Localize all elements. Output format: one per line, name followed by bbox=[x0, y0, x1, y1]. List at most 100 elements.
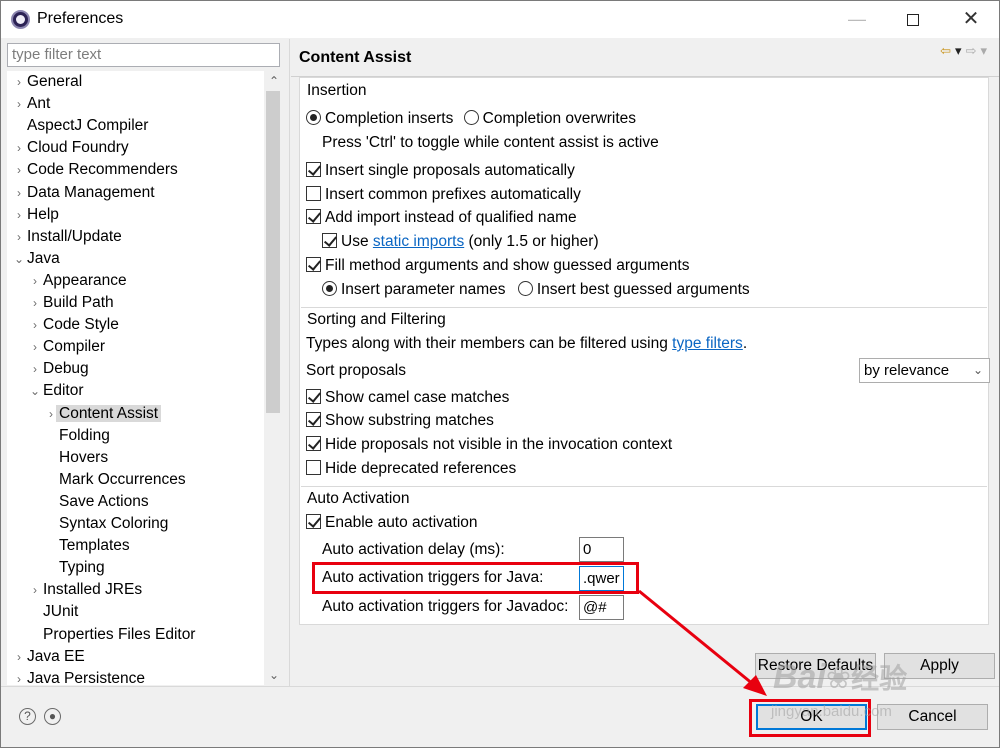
eclipse-logo-icon bbox=[11, 10, 30, 29]
tree-item-syntax-coloring[interactable]: Syntax Coloring bbox=[43, 513, 168, 535]
tree-item-properties-files-editor[interactable]: Properties Files Editor bbox=[27, 624, 195, 646]
minimize-button[interactable]: — bbox=[829, 1, 885, 38]
delay-input[interactable]: 0 bbox=[579, 537, 624, 562]
completion-mode-row: Completion inserts Completion overwrites bbox=[306, 109, 636, 129]
static-imports-link[interactable]: static imports bbox=[373, 233, 464, 250]
substring-checkbox[interactable]: Show substring matches bbox=[306, 411, 494, 431]
tree-item-cloud-foundry[interactable]: › Cloud Foundry bbox=[11, 137, 129, 159]
chevron-right-icon[interactable]: › bbox=[11, 226, 27, 248]
tree-item-aspectj-compiler[interactable]: AspectJ Compiler bbox=[11, 115, 148, 137]
chevron-right-icon[interactable]: › bbox=[27, 292, 43, 314]
tree-item-java-ee[interactable]: › Java EE bbox=[11, 646, 85, 668]
chevron-right-icon[interactable]: › bbox=[27, 314, 43, 336]
tree-item-mark-occurrences[interactable]: Mark Occurrences bbox=[43, 469, 186, 491]
tree-item-java[interactable]: ⌄ Java bbox=[11, 248, 60, 270]
chevron-down-icon[interactable]: ⌄ bbox=[11, 248, 27, 270]
annotation-highlight-java-triggers bbox=[312, 562, 639, 594]
filter-input[interactable]: type filter text bbox=[7, 43, 280, 67]
chevron-right-icon[interactable]: › bbox=[11, 93, 27, 115]
tree-item-label: Hovers bbox=[59, 448, 109, 466]
chevron-right-icon[interactable]: › bbox=[27, 336, 43, 358]
completion-overwrites-radio[interactable]: Completion overwrites bbox=[463, 110, 636, 127]
history-nav: ⇦▾⇨▾ bbox=[940, 43, 991, 59]
chevron-right-icon[interactable]: › bbox=[11, 182, 27, 204]
chevron-right-icon[interactable]: › bbox=[27, 270, 43, 292]
add-import-checkbox[interactable]: Add import instead of qualified name bbox=[306, 208, 577, 228]
tree-item-help[interactable]: › Help bbox=[11, 204, 59, 226]
chevron-right-icon[interactable]: › bbox=[11, 204, 27, 226]
chevron-down-icon: ⌄ bbox=[972, 363, 983, 377]
chevron-right-icon[interactable]: › bbox=[27, 579, 43, 601]
tree-item-data-management[interactable]: › Data Management bbox=[11, 182, 155, 204]
scroll-thumb[interactable] bbox=[266, 91, 280, 413]
scroll-down-icon[interactable]: ⌄ bbox=[264, 665, 280, 685]
back-arrow-icon[interactable]: ⇦ bbox=[940, 43, 955, 58]
chevron-right-icon[interactable]: › bbox=[11, 159, 27, 181]
guess-mode-row: Insert parameter names Insert best guess… bbox=[322, 280, 750, 300]
chevron-right-icon[interactable]: › bbox=[11, 646, 27, 668]
hide-deprecated-checkbox[interactable]: Hide deprecated references bbox=[306, 459, 516, 479]
chevron-down-icon[interactable]: ⌄ bbox=[27, 380, 43, 402]
tree-item-debug[interactable]: › Debug bbox=[27, 358, 89, 380]
tree-item-typing[interactable]: Typing bbox=[43, 557, 105, 579]
fill-args-checkbox[interactable]: Fill method arguments and show guessed a… bbox=[306, 256, 689, 276]
checkbox-checked-icon bbox=[306, 209, 321, 224]
tree-item-label: Help bbox=[27, 205, 59, 223]
common-prefixes-checkbox[interactable]: Insert common prefixes automatically bbox=[306, 185, 581, 205]
completion-inserts-radio[interactable]: Completion inserts bbox=[306, 110, 453, 127]
title-bar: Preferences — ✕ bbox=[1, 1, 999, 38]
help-icon[interactable]: ? bbox=[19, 708, 36, 725]
pane-divider[interactable] bbox=[289, 39, 290, 686]
tree-item-install-update[interactable]: › Install/Update bbox=[11, 226, 122, 248]
record-icon[interactable]: ● bbox=[44, 708, 61, 725]
enable-auto-activation-checkbox[interactable]: Enable auto activation bbox=[306, 513, 478, 533]
hide-not-visible-checkbox[interactable]: Hide proposals not visible in the invoca… bbox=[306, 435, 672, 455]
tree-item-editor[interactable]: ⌄ Editor bbox=[27, 380, 84, 402]
javadoc-triggers-input[interactable]: @# bbox=[579, 595, 624, 620]
tree-item-label: Properties Files Editor bbox=[43, 625, 196, 643]
tree-item-label: Cloud Foundry bbox=[27, 139, 129, 157]
paw-icon: ❀ bbox=[825, 662, 852, 695]
tree-item-hovers[interactable]: Hovers bbox=[43, 447, 108, 469]
chevron-down-icon[interactable]: ▾ bbox=[980, 43, 991, 58]
tree-item-label: Install/Update bbox=[27, 227, 122, 245]
close-button[interactable]: ✕ bbox=[943, 1, 999, 38]
type-filters-link[interactable]: type filters bbox=[672, 335, 743, 352]
tree-item-label: Installed JREs bbox=[43, 581, 143, 599]
scroll-up-icon[interactable]: ⌃ bbox=[264, 71, 280, 91]
best-guessed-radio[interactable]: Insert best guessed arguments bbox=[517, 281, 750, 298]
tree-item-content-assist[interactable]: › Content Assist bbox=[43, 403, 162, 425]
chevron-down-icon[interactable]: ▾ bbox=[955, 43, 966, 58]
tree-item-templates[interactable]: Templates bbox=[43, 535, 130, 557]
cancel-button[interactable]: Cancel bbox=[877, 704, 988, 730]
tree-item-build-path[interactable]: › Build Path bbox=[27, 292, 114, 314]
camel-case-checkbox[interactable]: Show camel case matches bbox=[306, 388, 509, 408]
chevron-right-icon[interactable]: › bbox=[11, 668, 27, 685]
single-proposals-checkbox[interactable]: Insert single proposals automatically bbox=[306, 161, 575, 181]
forward-arrow-icon[interactable]: ⇨ bbox=[966, 43, 981, 58]
tree-item-general[interactable]: › General bbox=[11, 71, 82, 93]
sorting-group-title: Sorting and Filtering bbox=[307, 311, 446, 328]
tree-item-code-recommenders[interactable]: › Code Recommenders bbox=[11, 159, 178, 181]
tree-item-java-persistence[interactable]: › Java Persistence bbox=[11, 668, 145, 685]
tree-scrollbar[interactable]: ⌃ ⌄ bbox=[264, 71, 280, 685]
tree-item-compiler[interactable]: › Compiler bbox=[27, 336, 105, 358]
tree-item-label: Data Management bbox=[27, 183, 155, 201]
tree-item-code-style[interactable]: › Code Style bbox=[27, 314, 119, 336]
sort-proposals-select[interactable]: by relevance ⌄ bbox=[859, 358, 990, 383]
tree-item-save-actions[interactable]: Save Actions bbox=[43, 491, 149, 513]
chevron-right-icon[interactable]: › bbox=[11, 137, 27, 159]
tree-item-appearance[interactable]: › Appearance bbox=[27, 270, 127, 292]
tree-item-junit[interactable]: JUnit bbox=[27, 601, 78, 623]
param-names-radio[interactable]: Insert parameter names bbox=[322, 281, 506, 298]
chevron-right-icon[interactable]: › bbox=[27, 358, 43, 380]
tree-item-label: Mark Occurrences bbox=[59, 470, 186, 488]
maximize-button[interactable] bbox=[885, 1, 941, 38]
tree-item-folding[interactable]: Folding bbox=[43, 425, 110, 447]
tree-item-ant[interactable]: › Ant bbox=[11, 93, 50, 115]
use-static-imports-checkbox[interactable] bbox=[322, 233, 337, 248]
checkbox-checked-icon bbox=[306, 412, 321, 427]
chevron-right-icon[interactable]: › bbox=[11, 71, 27, 93]
tree-item-label: Templates bbox=[59, 537, 130, 555]
tree-item-installed-jres[interactable]: › Installed JREs bbox=[27, 579, 142, 601]
